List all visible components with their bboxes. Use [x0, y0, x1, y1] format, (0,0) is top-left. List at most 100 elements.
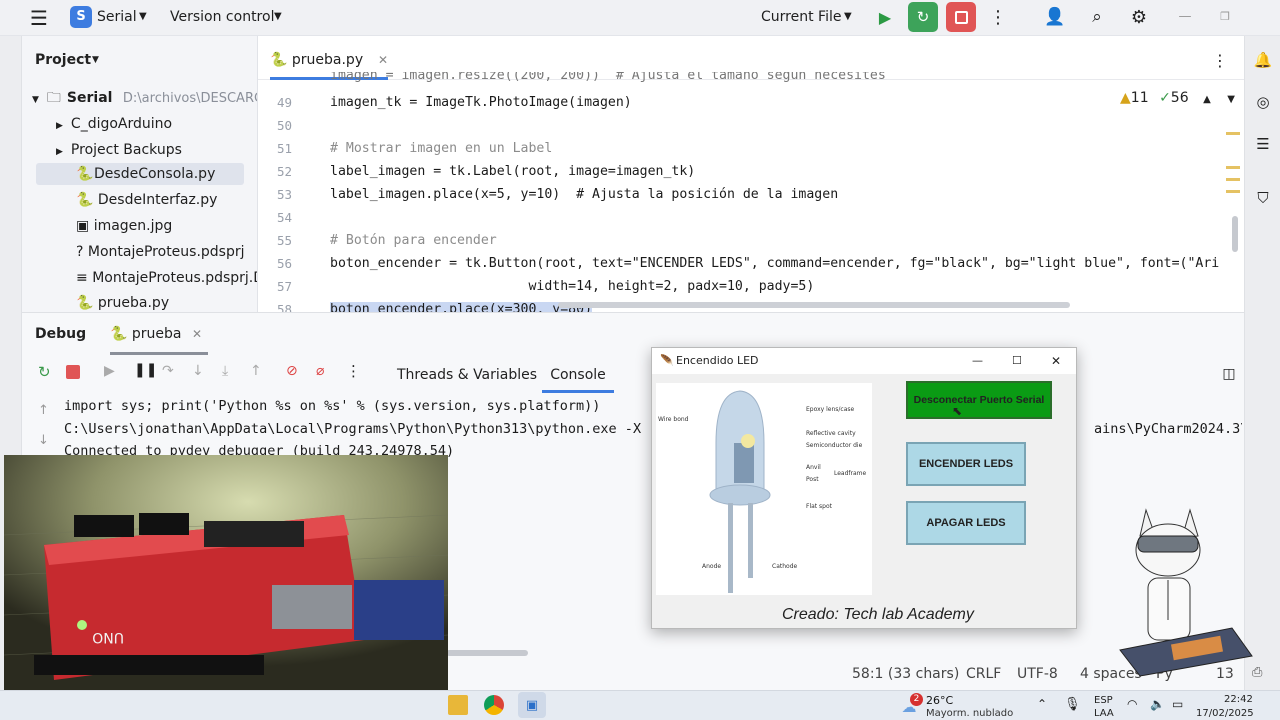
debug-title[interactable]: Debug: [35, 326, 86, 342]
vcs-menu[interactable]: Version control: [170, 9, 274, 25]
add-user-icon[interactable]: 👤: [1044, 5, 1066, 29]
tree-item-imagen[interactable]: ▣ imagen.jpg: [76, 215, 172, 237]
project-panel-title[interactable]: Project: [35, 52, 91, 68]
volume-icon[interactable]: 🔈: [1150, 697, 1165, 711]
diagram-label: Semiconductor die: [806, 442, 863, 449]
taskbar-file-explorer-icon[interactable]: [448, 695, 468, 715]
step-into-my-code-icon[interactable]: ⤓: [222, 363, 228, 379]
code-editor[interactable]: 🐍 prueba.py ✕ ⋮ imagen = imagen.resize((…: [258, 36, 1244, 312]
encender-leds-button[interactable]: ENCENDER LEDS: [906, 442, 1026, 486]
project-panel-chevron-icon[interactable]: ▼: [92, 55, 99, 65]
clock-date[interactable]: 17/02/2025: [1196, 708, 1254, 720]
diagram-label: Flat spot: [806, 503, 833, 510]
weather-desc[interactable]: Mayorm. nublado: [926, 708, 1013, 720]
rerun-icon[interactable]: ↻: [38, 363, 51, 381]
led-diagram: Epoxy lens/case Wire bond Reflective cav…: [658, 390, 867, 593]
weather-badge: 2: [910, 693, 923, 706]
tree-item-desdeinterfaz[interactable]: 🐍 DesdeInterfaz.py: [76, 189, 217, 211]
step-over-icon[interactable]: ↷: [162, 363, 174, 379]
disconnect-serial-button[interactable]: Desconectar Puerto Serial: [906, 381, 1052, 419]
console-up-icon[interactable]: ↑: [38, 403, 49, 418]
tab-threads-variables[interactable]: Threads & Variables: [397, 367, 537, 383]
vcs-chevron-icon[interactable]: ▼: [274, 11, 282, 22]
lang-secondary[interactable]: LAA: [1094, 708, 1114, 720]
tree-item-project-backups[interactable]: ▶ Project Backups: [56, 139, 182, 161]
weather-temp[interactable]: 26°C: [926, 694, 953, 707]
ai-assistant-icon[interactable]: ◎: [1253, 92, 1273, 112]
console-line: C:\Users\jonathan\AppData\Local\Programs…: [64, 421, 642, 437]
apagar-leds-button[interactable]: APAGAR LEDS: [906, 501, 1026, 545]
step-out-icon[interactable]: ↑: [250, 363, 262, 379]
console-hscrollbar[interactable]: [446, 650, 528, 656]
unknown-file-icon: ?: [76, 244, 84, 260]
tree-item-montaje[interactable]: ? MontajeProteus.pdsprj: [76, 241, 245, 263]
tk-close-icon[interactable]: ✕: [1051, 348, 1061, 374]
run-config-chevron-icon[interactable]: ▼: [844, 11, 852, 22]
main-menu-icon[interactable]: ☰: [28, 6, 50, 30]
code-line: imagen_tk = ImageTk.PhotoImage(imagen): [330, 95, 632, 110]
lang-primary[interactable]: ESP: [1094, 695, 1113, 706]
title-bar: ☰ S Serial ▼ Version control ▼ Current F…: [0, 0, 1280, 36]
step-into-icon[interactable]: ↓: [192, 363, 204, 379]
line-separator[interactable]: CRLF: [966, 666, 1001, 682]
tk-maximize-icon[interactable]: ☐: [1012, 348, 1022, 374]
battery-icon[interactable]: ▭: [1172, 697, 1183, 711]
security-shield-icon[interactable]: ⛉: [1253, 188, 1273, 208]
mute-breakpoints-icon[interactable]: ⌀: [316, 363, 324, 379]
collapse-chevron-icon: ▶: [56, 121, 63, 131]
tray-chevron-icon[interactable]: ⌃: [1037, 697, 1047, 711]
board-label: UNO: [92, 629, 124, 645]
mouse-cursor-icon: ⬉: [952, 404, 963, 418]
editor-more-icon[interactable]: ⋮: [1212, 50, 1228, 70]
python-file-icon: 🐍: [110, 326, 128, 342]
file-encoding[interactable]: UTF-8: [1017, 666, 1058, 682]
tab-console[interactable]: Console: [542, 361, 614, 393]
editor-vscrollbar[interactable]: [1232, 216, 1238, 252]
tk-minimize-icon[interactable]: —: [972, 348, 983, 374]
tree-item-prueba[interactable]: 🐍 prueba.py: [76, 292, 169, 312]
tree-item-serial[interactable]: ▼ 🗀 Serial D:\archivos\DESCARG: [32, 87, 257, 109]
database-icon[interactable]: ☰: [1253, 134, 1273, 154]
project-name[interactable]: Serial: [97, 9, 137, 25]
resume-icon[interactable]: ▶: [104, 363, 115, 379]
more-icon[interactable]: ⋮: [988, 6, 1008, 28]
line-number: 55: [276, 233, 292, 248]
close-session-icon[interactable]: ✕: [192, 313, 202, 355]
debug-more-icon[interactable]: ⋮: [346, 362, 361, 380]
maximize-icon[interactable]: ❐: [1216, 6, 1234, 26]
error-stripe-mark: [1226, 166, 1240, 169]
project-chevron-icon[interactable]: ▼: [139, 11, 147, 22]
microphone-icon[interactable]: 🎙: [1064, 697, 1081, 712]
caret-position[interactable]: 58:1 (33 chars): [852, 666, 959, 682]
tk-window-title: Encendido LED: [676, 354, 759, 367]
prev-highlight-icon[interactable]: ▲: [1203, 94, 1211, 105]
inspection-widget[interactable]: ▲11 ✓56 ▲ ▼: [1120, 90, 1235, 106]
editor-hscrollbar[interactable]: [558, 302, 1070, 308]
arduino-photo-overlay: UNO: [4, 455, 448, 690]
pause-icon[interactable]: ❚❚: [134, 362, 157, 378]
stop-debug-icon[interactable]: [66, 365, 80, 379]
search-icon[interactable]: ⌕: [1086, 5, 1108, 29]
led-diagram-image: Epoxy lens/case Wire bond Reflective cav…: [656, 383, 872, 595]
tree-item-c-digoarduino[interactable]: ▶ C_digoArduino: [56, 113, 172, 135]
clock-time[interactable]: 22:42: [1224, 694, 1253, 705]
taskbar-pycharm-icon[interactable]: ▣: [518, 692, 546, 718]
view-breakpoints-icon[interactable]: ⊘: [286, 363, 298, 379]
layout-toggle-icon[interactable]: ◫: [1220, 365, 1238, 383]
rerun-debug-icon[interactable]: ↻: [908, 2, 938, 32]
taskbar-chrome-icon[interactable]: [484, 695, 504, 715]
minimize-icon[interactable]: —: [1176, 6, 1194, 26]
tab-debug-session[interactable]: 🐍 prueba ✕: [110, 313, 208, 355]
settings-gear-icon[interactable]: ⚙: [1128, 5, 1150, 29]
tree-item-desdeconsola[interactable]: 🐍 DesdeConsola.py: [36, 163, 244, 185]
run-icon[interactable]: ▶: [874, 6, 896, 28]
wifi-icon[interactable]: ◠: [1127, 697, 1137, 711]
tree-item-montaje-d[interactable]: ≡ MontajeProteus.pdsprj.D: [76, 267, 257, 289]
console-down-icon[interactable]: ↓: [38, 433, 49, 448]
line-number: 57: [276, 279, 292, 294]
error-stripe-mark: [1226, 178, 1240, 181]
stop-icon[interactable]: [946, 2, 976, 32]
next-highlight-icon[interactable]: ▼: [1227, 94, 1235, 105]
run-config[interactable]: Current File: [761, 9, 841, 25]
notifications-icon[interactable]: 🔔: [1253, 50, 1273, 70]
